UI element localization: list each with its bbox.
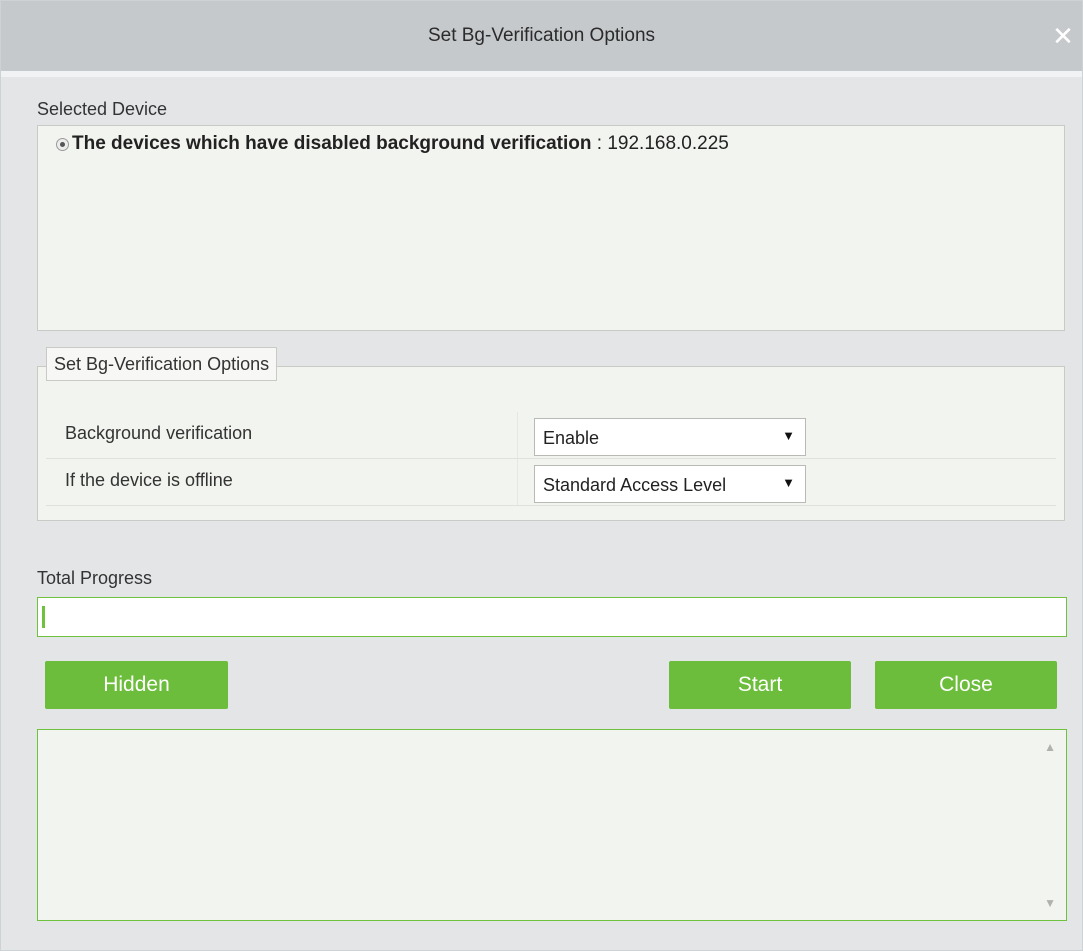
total-progress-label: Total Progress [37,568,153,588]
option-row-background-verification: Background verification Enable ▼ [46,412,1056,459]
row-divider [517,412,518,458]
device-separator: : [591,133,608,154]
device-offline-label: If the device is offline [65,470,233,490]
device-description: The devices which have disabled backgrou… [72,133,592,154]
background-verification-select[interactable]: Enable ▼ [534,418,806,456]
bg-verification-dialog: Set Bg-Verification Options ✕ Selected D… [0,0,1083,951]
scroll-down-icon[interactable]: ▼ [1044,896,1056,910]
dropdown-arrow-icon[interactable]: ▼ [782,475,795,490]
titlebar-separator [1,71,1082,77]
dialog-title: Set Bg-Verification Options [427,25,656,46]
selected-device-box: The devices which have disabled backgrou… [37,125,1065,331]
device-list-item[interactable]: The devices which have disabled backgrou… [56,133,729,155]
start-button[interactable]: Start [669,661,851,709]
progress-fill [42,606,45,628]
row-divider [517,459,518,505]
device-offline-select[interactable]: Standard Access Level ▼ [534,465,806,503]
selected-device-label: Selected Device [37,99,168,119]
option-row-device-offline: If the device is offline Standard Access… [46,459,1056,506]
device-offline-value: Standard Access Level [543,475,727,495]
options-legend: Set Bg-Verification Options [46,347,278,381]
total-progress-bar [37,597,1067,637]
close-icon[interactable]: ✕ [1050,23,1076,49]
log-output-area[interactable]: ▲ ▼ [37,729,1067,921]
hidden-button[interactable]: Hidden [45,661,228,709]
background-verification-label: Background verification [65,423,253,443]
dropdown-arrow-icon[interactable]: ▼ [782,428,795,443]
background-verification-value: Enable [543,428,600,448]
scroll-up-icon[interactable]: ▲ [1044,740,1056,754]
radio-icon[interactable] [56,137,69,151]
dialog-titlebar: Set Bg-Verification Options ✕ [1,1,1082,71]
device-ip: 192.168.0.225 [607,133,729,154]
close-button[interactable]: Close [875,661,1057,709]
